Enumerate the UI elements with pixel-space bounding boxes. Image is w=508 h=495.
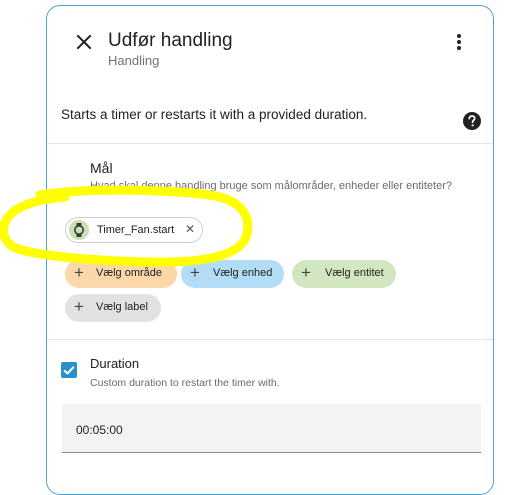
choose-device-label: Vælg enhed [213,267,273,279]
plus-icon: + [74,297,84,316]
duration-checkbox[interactable] [61,362,77,378]
remove-entity-icon[interactable]: ✕ [185,222,195,236]
choose-entity-label: Vælg entitet [325,267,384,279]
divider [47,143,493,144]
plus-icon: + [190,263,200,282]
selected-entity-label: Timer_Fan.start [97,224,175,236]
choose-device-button[interactable]: + Vælg enhed [181,260,284,288]
choose-label-button[interactable]: + Vælg label [65,294,161,322]
plus-icon: + [74,263,84,282]
choose-area-label: Vælg område [96,267,163,279]
choose-label-label: Vælg label [96,301,148,313]
duration-title: Duration [90,356,140,371]
check-icon [63,366,75,375]
close-icon[interactable] [73,31,95,53]
duration-subtitle: Custom duration to restart the timer wit… [90,377,280,389]
help-circle-icon[interactable] [462,111,482,131]
duration-input[interactable]: 00:05:00 [62,404,481,453]
dialog-title: Udfør handling [108,30,233,51]
target-subtitle: Hvad skal denne handling bruge som målom… [90,180,452,192]
action-description: Starts a timer or restarts it with a pro… [61,107,368,122]
selected-entity-chip[interactable]: Timer_Fan.start ✕ [65,217,203,243]
choose-area-button[interactable]: + Vælg område [65,260,177,288]
plus-icon: + [301,263,311,282]
timer-icon [69,220,89,240]
choose-entity-button[interactable]: + Vælg entitet [292,260,396,288]
duration-value: 00:05:00 [76,423,123,437]
dialog-subtitle: Handling [108,53,160,68]
target-title: Mål [90,160,113,176]
divider [47,339,493,340]
more-vertical-icon[interactable] [450,30,468,54]
